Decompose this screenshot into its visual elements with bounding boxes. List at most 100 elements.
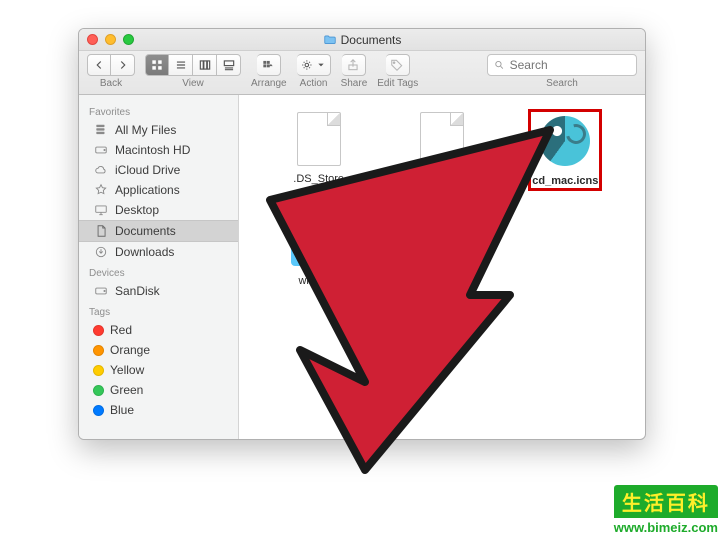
file-item-highlighted[interactable]: cd_mac.icns [530, 111, 600, 189]
file-name: .DS_Store [293, 173, 344, 185]
document-icon [420, 112, 464, 166]
search-input[interactable] [510, 58, 630, 72]
tag-dot-icon [93, 325, 104, 336]
tag-dot-icon [93, 365, 104, 376]
tag-dot-icon [93, 345, 104, 356]
file-thumb [291, 213, 347, 269]
edit-tags-label: Edit Tags [377, 78, 418, 89]
share-label: Share [341, 78, 368, 89]
sidebar-item-label: Downloads [115, 245, 174, 259]
window-body: Favorites All My Files Macintosh HD iClo… [79, 95, 645, 439]
sidebar-item-label: Blue [110, 403, 134, 417]
file-grid[interactable]: .DS_Store .localized cd_mac.icns wikiHow [239, 95, 645, 439]
action-button[interactable] [297, 54, 331, 76]
view-list-button[interactable] [169, 54, 193, 76]
window-title: Documents [341, 33, 402, 47]
sidebar-heading-tags: Tags [79, 301, 238, 320]
sidebar-tag-green[interactable]: Green [79, 380, 238, 400]
file-item[interactable]: .localized [414, 111, 470, 189]
sidebar-item-label: Desktop [115, 203, 159, 217]
sidebar-item-label: Applications [115, 183, 180, 197]
sidebar-heading-favorites: Favorites [79, 101, 238, 120]
close-button[interactable] [87, 34, 98, 45]
file-item[interactable]: wikiHow [291, 213, 347, 287]
back-button[interactable] [87, 54, 111, 76]
file-name: .localized [419, 173, 465, 185]
arrange-icon [261, 58, 275, 72]
sidebar-item-label: Green [110, 383, 143, 397]
search-icon [494, 59, 505, 71]
action-group: Action [297, 54, 331, 89]
sidebar-tag-yellow[interactable]: Yellow [79, 360, 238, 380]
file-item[interactable]: .DS_Store [291, 111, 347, 189]
sidebar-item-label: Macintosh HD [115, 143, 190, 157]
minimize-button[interactable] [105, 34, 116, 45]
grid-icon [150, 58, 164, 72]
sidebar-item-icloud-drive[interactable]: iCloud Drive [79, 160, 238, 180]
zoom-button[interactable] [123, 34, 134, 45]
forward-button[interactable] [111, 54, 135, 76]
arrange-label: Arrange [251, 78, 287, 89]
edit-tags-button[interactable] [386, 54, 410, 76]
coverflow-icon [222, 58, 236, 72]
sidebar-item-downloads[interactable]: Downloads [79, 242, 238, 262]
share-button[interactable] [342, 54, 366, 76]
action-label: Action [300, 78, 328, 89]
view-group: View [145, 54, 241, 89]
downloads-icon [93, 245, 109, 259]
sidebar-item-applications[interactable]: Applications [79, 180, 238, 200]
sidebar-tag-red[interactable]: Red [79, 320, 238, 340]
watermark-url: www.bimeiz.com [614, 518, 718, 535]
hdd-icon [93, 143, 109, 157]
gear-icon [301, 58, 315, 72]
sidebar-item-label: Red [110, 323, 132, 337]
file-name: wikiHow [298, 275, 338, 287]
all-my-files-icon [93, 123, 109, 137]
hdd-icon [93, 284, 109, 298]
sidebar-item-label: Yellow [110, 363, 144, 377]
apps-icon [93, 183, 109, 197]
sidebar-item-desktop[interactable]: Desktop [79, 200, 238, 220]
chevron-left-icon [92, 58, 106, 72]
sidebar-tag-orange[interactable]: Orange [79, 340, 238, 360]
sidebar-item-all-my-files[interactable]: All My Files [79, 120, 238, 140]
chevron-down-icon [317, 61, 325, 69]
list-icon [174, 58, 188, 72]
back-forward-group: Back [87, 54, 135, 89]
file-name: cd_mac.icns [532, 175, 598, 187]
sidebar-item-macintosh-hd[interactable]: Macintosh HD [79, 140, 238, 160]
folder-icon [323, 33, 337, 47]
share-icon [346, 58, 360, 72]
back-label: Back [100, 78, 122, 89]
window-controls [87, 34, 134, 45]
sidebar: Favorites All My Files Macintosh HD iClo… [79, 95, 239, 439]
sidebar-item-label: All My Files [115, 123, 176, 137]
folder-icon [291, 222, 347, 266]
sidebar-item-label: Documents [115, 224, 176, 238]
icns-icon [540, 116, 590, 166]
columns-icon [198, 58, 212, 72]
documents-icon [93, 224, 109, 238]
file-thumb [537, 113, 593, 169]
sidebar-item-label: iCloud Drive [115, 163, 180, 177]
sidebar-item-sandisk[interactable]: SanDisk [79, 281, 238, 301]
view-columns-button[interactable] [193, 54, 217, 76]
desktop-icon [93, 203, 109, 217]
sidebar-heading-devices: Devices [79, 262, 238, 281]
view-coverflow-button[interactable] [217, 54, 241, 76]
toolbar: Back View Arr [79, 51, 645, 95]
window-title-wrap: Documents [79, 33, 645, 47]
file-thumb [414, 111, 470, 167]
sidebar-item-documents[interactable]: Documents [79, 220, 238, 242]
chevron-right-icon [116, 58, 130, 72]
file-thumb [291, 111, 347, 167]
finder-window: Documents Back [78, 28, 646, 440]
tag-dot-icon [93, 385, 104, 396]
view-icons-button[interactable] [145, 54, 169, 76]
search-field[interactable] [487, 54, 637, 76]
sidebar-tag-blue[interactable]: Blue [79, 400, 238, 420]
share-group: Share [341, 54, 368, 89]
arrange-button[interactable] [257, 54, 281, 76]
view-label: View [182, 78, 204, 89]
search-label: Search [546, 78, 578, 89]
